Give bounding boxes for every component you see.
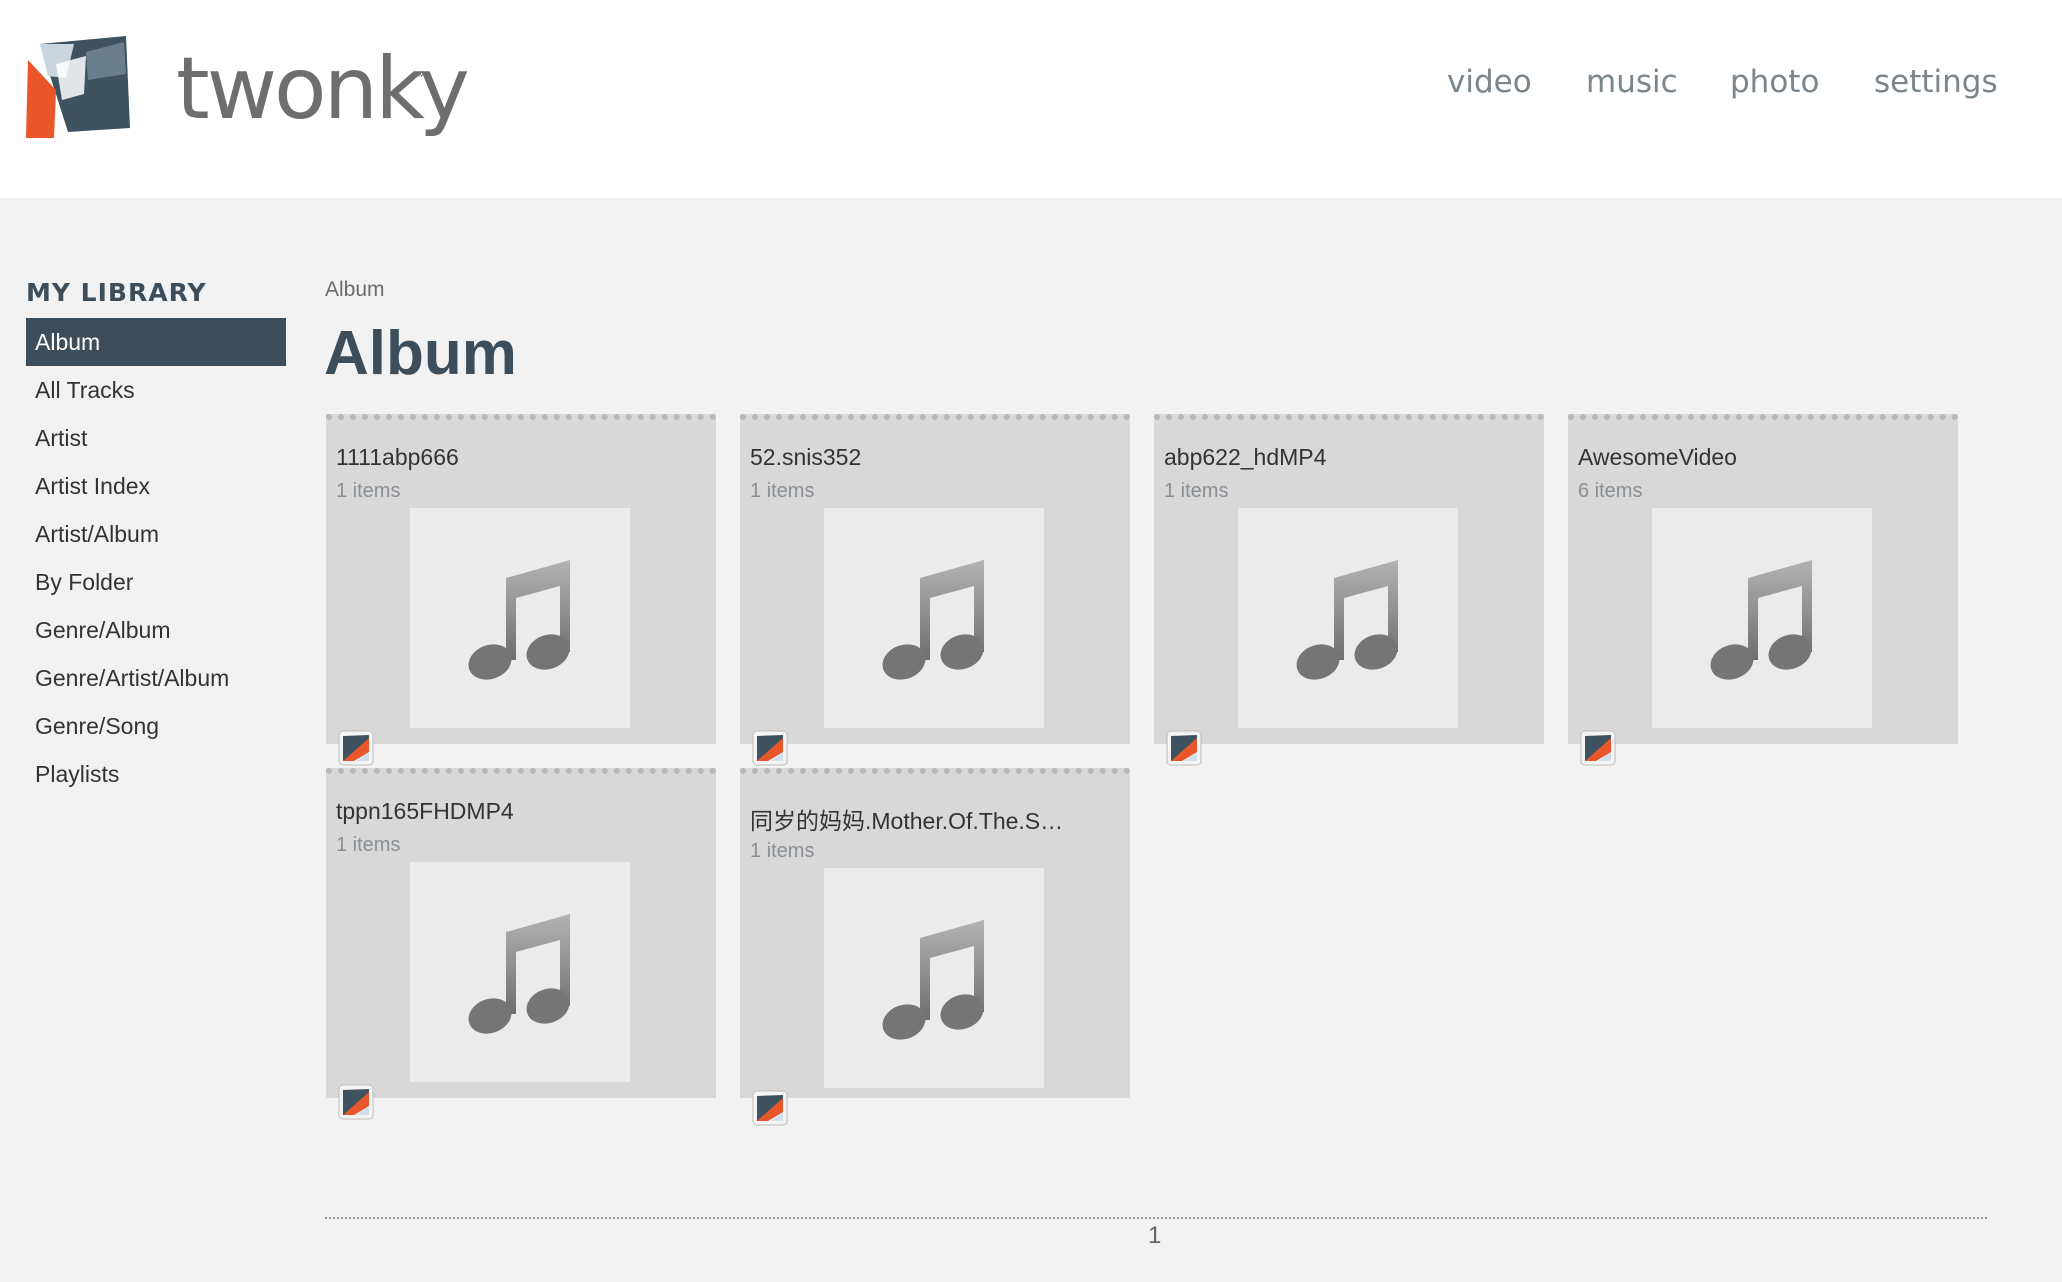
music-note-icon xyxy=(468,914,570,1034)
album-item-count: 1 items xyxy=(336,480,401,502)
sidebar-title: MY LIBRARY xyxy=(26,278,207,307)
page-title: Album xyxy=(324,319,517,388)
album-thumbnail[interactable] xyxy=(410,862,630,1082)
twonky-badge-icon xyxy=(752,1090,788,1126)
breadcrumb[interactable]: Album xyxy=(325,278,385,302)
album-item-count: 1 items xyxy=(1164,480,1229,502)
album-thumbnail[interactable] xyxy=(824,508,1044,728)
nav-settings[interactable]: settings xyxy=(1874,64,1998,100)
twonky-badge-icon xyxy=(338,730,374,766)
album-card[interactable]: 52.snis352 1 items xyxy=(740,414,1130,766)
trademark: ™ xyxy=(412,68,426,84)
album-item-count: 1 items xyxy=(750,480,815,502)
music-note-icon xyxy=(882,560,984,680)
sidebar-item-all-tracks[interactable]: All Tracks xyxy=(26,366,286,414)
pagination-divider xyxy=(325,1217,1987,1219)
twonky-badge-icon xyxy=(752,730,788,766)
album-thumbnail[interactable] xyxy=(1238,508,1458,728)
header: twonky ™ video music photo settings xyxy=(0,0,2062,198)
sidebar-item-genre-song[interactable]: Genre/Song xyxy=(26,702,286,750)
album-thumbnail[interactable] xyxy=(1652,508,1872,728)
album-title[interactable]: 同岁的妈妈.Mother.Of.The.S… xyxy=(750,802,1063,836)
album-card[interactable]: AwesomeVideo 6 items xyxy=(1568,414,1958,766)
album-title[interactable]: abp622_hdMP4 xyxy=(1164,444,1326,471)
album-card[interactable]: 同岁的妈妈.Mother.Of.The.S… 1 items xyxy=(740,768,1130,1126)
nav-photo[interactable]: photo xyxy=(1730,64,1819,100)
twonky-badge-icon xyxy=(338,1084,374,1120)
sidebar-item-artist-album[interactable]: Artist/Album xyxy=(26,510,286,558)
nav-music[interactable]: music xyxy=(1586,64,1678,100)
music-note-icon xyxy=(1710,560,1812,680)
music-note-icon xyxy=(882,920,984,1040)
sidebar-item-playlists[interactable]: Playlists xyxy=(26,750,286,798)
music-note-icon xyxy=(468,560,570,680)
twonky-badge-icon xyxy=(1580,730,1616,766)
brand-name: twonky xyxy=(176,39,470,139)
album-thumbnail[interactable] xyxy=(410,508,630,728)
album-title[interactable]: 1111abp666 xyxy=(336,444,459,471)
twonky-logo[interactable]: twonky ™ xyxy=(26,34,470,144)
sidebar-item-artist-index[interactable]: Artist Index xyxy=(26,462,286,510)
sidebar-item-by-folder[interactable]: By Folder xyxy=(26,558,286,606)
album-item-count: 1 items xyxy=(750,840,815,862)
album-card[interactable]: 1111abp666 1 items xyxy=(326,414,716,766)
twonky-logo-icon xyxy=(26,36,130,138)
pagination-page-1[interactable]: 1 xyxy=(1148,1222,1161,1250)
album-thumbnail[interactable] xyxy=(824,868,1044,1088)
sidebar-item-genre-album[interactable]: Genre/Album xyxy=(26,606,286,654)
music-note-icon xyxy=(1296,560,1398,680)
sidebar-item-genre-artist-album[interactable]: Genre/Artist/Album xyxy=(26,654,286,702)
album-title[interactable]: tppn165FHDMP4 xyxy=(336,798,514,825)
album-title[interactable]: AwesomeVideo xyxy=(1578,444,1737,471)
nav-video[interactable]: video xyxy=(1447,64,1532,100)
album-title[interactable]: 52.snis352 xyxy=(750,444,861,471)
sidebar-item-artist[interactable]: Artist xyxy=(26,414,286,462)
album-card[interactable]: abp622_hdMP4 1 items xyxy=(1154,414,1544,766)
twonky-badge-icon xyxy=(1166,730,1202,766)
sidebar-item-album[interactable]: Album xyxy=(26,318,286,366)
album-card[interactable]: tppn165FHDMP4 1 items xyxy=(326,768,716,1120)
album-item-count: 1 items xyxy=(336,834,401,856)
album-item-count: 6 items xyxy=(1578,480,1643,502)
